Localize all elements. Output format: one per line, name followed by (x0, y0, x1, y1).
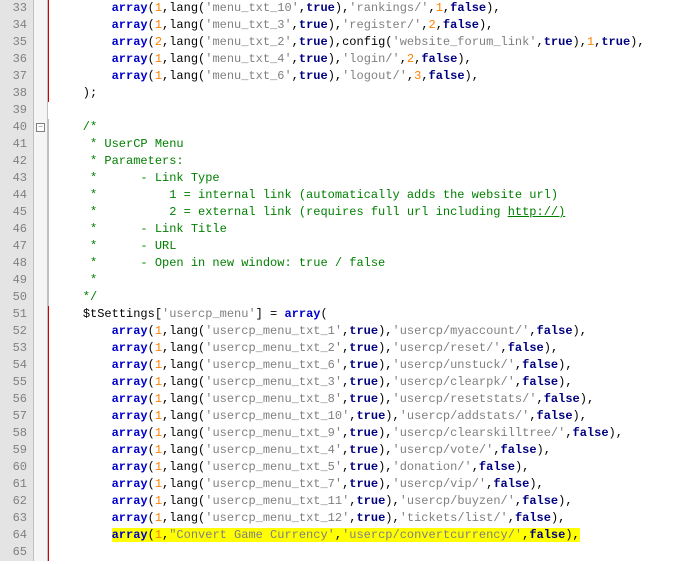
code-line[interactable]: * - URL (54, 238, 692, 255)
line-number: 40 (6, 119, 27, 136)
code-line[interactable]: array(1,lang('menu_txt_6',true),'logout/… (54, 68, 692, 85)
line-number: 60 (6, 459, 27, 476)
code-line[interactable]: array(1,lang('usercp_menu_txt_4',true),'… (54, 442, 692, 459)
code-line[interactable]: */ (54, 289, 692, 306)
code-line[interactable]: * UserCP Menu (54, 136, 692, 153)
code-line[interactable] (54, 102, 692, 119)
code-line[interactable]: array(1,lang('usercp_menu_txt_8',true),'… (54, 391, 692, 408)
line-number: 48 (6, 255, 27, 272)
code-line[interactable]: array(1,lang('menu_txt_4',true),'login/'… (54, 51, 692, 68)
line-number: 44 (6, 187, 27, 204)
code-line[interactable]: array(2,lang('menu_txt_2',true),config('… (54, 34, 692, 51)
line-number: 61 (6, 476, 27, 493)
line-number: 51 (6, 306, 27, 323)
line-number: 55 (6, 374, 27, 391)
line-number: 59 (6, 442, 27, 459)
code-line[interactable]: array(1,"Convert Game Currency','usercp/… (54, 527, 692, 544)
line-number: 38 (6, 85, 27, 102)
code-line[interactable]: * 2 = external link (requires full url i… (54, 204, 692, 221)
code-line[interactable]: * - Open in new window: true / false (54, 255, 692, 272)
code-line[interactable]: * 1 = internal link (automatically adds … (54, 187, 692, 204)
code-line[interactable]: array(1,lang('usercp_menu_txt_6',true),'… (54, 357, 692, 374)
code-editor: 3334353637383940414243444546474849505152… (0, 0, 692, 561)
code-line[interactable]: * (54, 272, 692, 289)
line-number-gutter: 3334353637383940414243444546474849505152… (0, 0, 34, 561)
line-number: 45 (6, 204, 27, 221)
code-line[interactable]: array(1,lang('usercp_menu_txt_9',true),'… (54, 425, 692, 442)
line-number: 58 (6, 425, 27, 442)
line-number: 37 (6, 68, 27, 85)
code-line[interactable]: array(1,lang('usercp_menu_txt_11',true),… (54, 493, 692, 510)
line-number: 41 (6, 136, 27, 153)
code-line[interactable]: * - Link Type (54, 170, 692, 187)
code-line[interactable]: array(1,lang('usercp_menu_txt_2',true),'… (54, 340, 692, 357)
line-number: 39 (6, 102, 27, 119)
line-number: 49 (6, 272, 27, 289)
line-number: 57 (6, 408, 27, 425)
code-line[interactable]: * Parameters: (54, 153, 692, 170)
line-number: 53 (6, 340, 27, 357)
line-number: 33 (6, 0, 27, 17)
line-number: 54 (6, 357, 27, 374)
code-line[interactable]: $tSettings['usercp_menu'] = array( (54, 306, 692, 323)
code-line[interactable]: array(1,lang('usercp_menu_txt_5',true),'… (54, 459, 692, 476)
line-number: 36 (6, 51, 27, 68)
code-line[interactable]: array(1,lang('usercp_menu_txt_12',true),… (54, 510, 692, 527)
line-number: 43 (6, 170, 27, 187)
code-area[interactable]: array(1,lang('menu_txt_10',true),'rankin… (52, 0, 692, 561)
code-line[interactable]: array(1,lang('usercp_menu_txt_3',true),'… (54, 374, 692, 391)
line-number: 42 (6, 153, 27, 170)
code-line[interactable]: array(1,lang('menu_txt_3',true),'registe… (54, 17, 692, 34)
code-line[interactable]: ); (54, 85, 692, 102)
line-number: 62 (6, 493, 27, 510)
fold-toggle-icon[interactable]: − (36, 123, 45, 132)
line-number: 56 (6, 391, 27, 408)
code-line[interactable]: * - Link Title (54, 221, 692, 238)
line-number: 50 (6, 289, 27, 306)
line-number: 63 (6, 510, 27, 527)
line-number: 47 (6, 238, 27, 255)
code-line[interactable]: array(1,lang('usercp_menu_txt_7',true),'… (54, 476, 692, 493)
line-number: 65 (6, 544, 27, 561)
line-number: 35 (6, 34, 27, 51)
code-line[interactable]: array(1,lang('menu_txt_10',true),'rankin… (54, 0, 692, 17)
code-line[interactable]: array(1,lang('usercp_menu_txt_1',true),'… (54, 323, 692, 340)
code-line[interactable] (54, 544, 692, 561)
line-number: 34 (6, 17, 27, 34)
line-number: 52 (6, 323, 27, 340)
code-line[interactable]: array(1,lang('usercp_menu_txt_10',true),… (54, 408, 692, 425)
line-number: 46 (6, 221, 27, 238)
line-number: 64 (6, 527, 27, 544)
fold-column: − (34, 0, 48, 561)
code-line[interactable]: /* (54, 119, 692, 136)
